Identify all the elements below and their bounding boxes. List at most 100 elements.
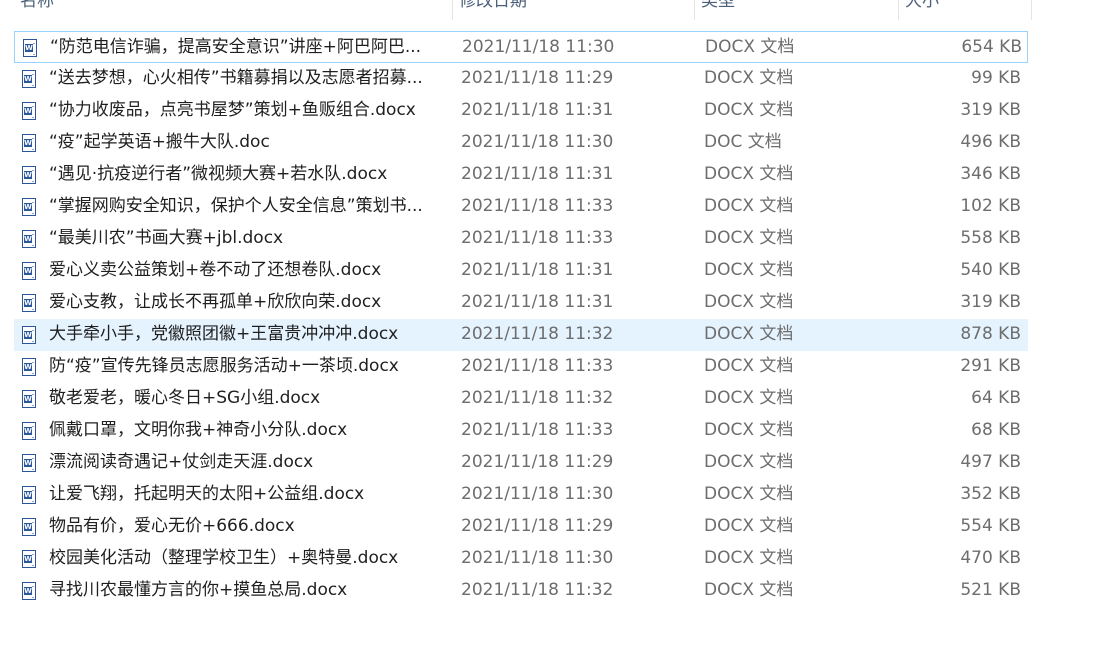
column-header-size[interactable]: 大小 bbox=[899, 0, 1032, 20]
file-size: 554 KB bbox=[960, 516, 1021, 536]
file-date-modified: 2021/11/18 11:33 bbox=[461, 196, 614, 216]
column-header-type[interactable]: 类型 bbox=[695, 0, 899, 20]
file-name: 敬老爱老，暖心冬日+SG小组.docx bbox=[49, 388, 321, 408]
file-row[interactable]: W “遇见·抗疫逆行者”微视频大赛+若水队.docx 2021/11/18 11:3… bbox=[14, 159, 1028, 191]
file-date-modified: 2021/11/18 11:31 bbox=[461, 164, 614, 184]
file-size: 319 KB bbox=[960, 100, 1021, 120]
file-row[interactable]: W 爱心支教，让成长不再孤单+欣欣向荣.docx 2021/11/18 11:31 D… bbox=[14, 287, 1028, 319]
file-date-modified: 2021/11/18 11:31 bbox=[461, 292, 614, 312]
file-date-modified: 2021/11/18 11:33 bbox=[461, 356, 614, 376]
word-document-icon: W bbox=[22, 422, 36, 440]
file-size: 346 KB bbox=[960, 164, 1021, 184]
file-date-modified: 2021/11/18 11:33 bbox=[461, 420, 614, 440]
file-row[interactable]: W 寻找川农最懂方言的你+摸鱼总局.docx 2021/11/18 11:32 DOC… bbox=[14, 575, 1028, 607]
file-name: 寻找川农最懂方言的你+摸鱼总局.docx bbox=[49, 580, 348, 600]
file-date-modified: 2021/11/18 11:29 bbox=[461, 516, 614, 536]
file-name: 爱心支教，让成长不再孤单+欣欣向荣.docx bbox=[49, 292, 382, 312]
file-type: DOCX 文档 bbox=[704, 516, 794, 536]
word-document-icon: W bbox=[22, 166, 36, 184]
file-type: DOCX 文档 bbox=[704, 292, 794, 312]
file-type: DOCX 文档 bbox=[704, 548, 794, 568]
file-row[interactable]: W 让爱飞翔，托起明天的太阳+公益组.docx 2021/11/18 11:30 DO… bbox=[14, 479, 1028, 511]
file-row[interactable]: W 佩戴口罩，文明你我+神奇小分队.docx 2021/11/18 11:33 DOC… bbox=[14, 415, 1028, 447]
file-type: DOCX 文档 bbox=[704, 260, 794, 280]
file-size: 352 KB bbox=[960, 484, 1021, 504]
file-row[interactable]: W 校园美化活动（整理学校卫生）+奥特曼.docx 2021/11/18 11:30… bbox=[14, 543, 1028, 575]
file-type: DOCX 文档 bbox=[704, 100, 794, 120]
file-size: 496 KB bbox=[960, 132, 1021, 152]
word-document-icon: W bbox=[22, 390, 36, 408]
file-name: “疫”起学英语+搬牛大队.doc bbox=[49, 132, 270, 152]
file-type: DOCX 文档 bbox=[704, 484, 794, 504]
file-date-modified: 2021/11/18 11:31 bbox=[461, 260, 614, 280]
file-name: 校园美化活动（整理学校卫生）+奥特曼.docx bbox=[49, 548, 399, 568]
word-document-icon: W bbox=[22, 326, 36, 344]
file-date-modified: 2021/11/18 11:32 bbox=[461, 324, 614, 344]
file-row[interactable]: W “协力收废品，点亮书屋梦”策划+鱼贩组合.docx 2021/11/18 11:… bbox=[14, 95, 1028, 127]
word-document-icon: W bbox=[22, 134, 36, 152]
file-name: “遇见·抗疫逆行者”微视频大赛+若水队.docx bbox=[49, 164, 388, 184]
word-document-icon: W bbox=[22, 230, 36, 248]
file-row[interactable]: W “送去梦想，心火相传”书籍募捐以及志愿者招募... 2021/11/18 11:… bbox=[14, 63, 1028, 95]
file-type: DOCX 文档 bbox=[704, 164, 794, 184]
column-header-name[interactable]: 名称 bbox=[14, 0, 453, 20]
file-date-modified: 2021/11/18 11:30 bbox=[461, 548, 614, 568]
file-explorer-details-view: 名称 修改日期 类型 大小 W “防范电信诈骗，提高安全意识”讲座+阿巴阿巴...… bbox=[0, 0, 1113, 656]
file-row[interactable]: W 敬老爱老，暖心冬日+SG小组.docx 2021/11/18 11:32 DOCX… bbox=[14, 383, 1028, 415]
file-row[interactable]: W “掌握网购安全知识，保护个人安全信息”策划书... 2021/11/18 11:… bbox=[14, 191, 1028, 223]
file-size: 291 KB bbox=[960, 356, 1021, 376]
file-size: 540 KB bbox=[960, 260, 1021, 280]
file-size: 319 KB bbox=[960, 292, 1021, 312]
file-name: “掌握网购安全知识，保护个人安全信息”策划书... bbox=[49, 196, 423, 216]
word-document-icon: W bbox=[22, 294, 36, 312]
file-name: “最美川农”书画大赛+jbl.docx bbox=[49, 228, 284, 248]
file-row[interactable]: W 大手牵小手，党徽照团徽+王富贵冲冲冲.docx 2021/11/18 11:32… bbox=[14, 319, 1028, 351]
file-date-modified: 2021/11/18 11:29 bbox=[461, 452, 614, 472]
file-row[interactable]: W “疫”起学英语+搬牛大队.doc 2021/11/18 11:30 DOC 文档 4… bbox=[14, 127, 1028, 159]
file-size: 497 KB bbox=[960, 452, 1021, 472]
file-row[interactable]: W 物品有价，爱心无价+666.docx 2021/11/18 11:29 DOCX … bbox=[14, 511, 1028, 543]
file-name: 让爱飞翔，托起明天的太阳+公益组.docx bbox=[49, 484, 365, 504]
file-date-modified: 2021/11/18 11:30 bbox=[462, 37, 615, 57]
file-size: 470 KB bbox=[960, 548, 1021, 568]
file-type: DOCX 文档 bbox=[704, 388, 794, 408]
file-date-modified: 2021/11/18 11:32 bbox=[461, 580, 614, 600]
file-row[interactable]: W “防范电信诈骗，提高安全意识”讲座+阿巴阿巴... 2021/11/18 11:… bbox=[14, 31, 1028, 63]
file-date-modified: 2021/11/18 11:33 bbox=[461, 228, 614, 248]
file-type: DOCX 文档 bbox=[704, 324, 794, 344]
file-name: 爱心义卖公益策划+卷不动了还想卷队.docx bbox=[49, 260, 382, 280]
word-document-icon: W bbox=[22, 454, 36, 472]
file-name: “送去梦想，心火相传”书籍募捐以及志愿者招募... bbox=[49, 68, 423, 88]
column-header-bar: 名称 修改日期 类型 大小 bbox=[0, 0, 1032, 20]
file-date-modified: 2021/11/18 11:32 bbox=[461, 388, 614, 408]
file-type: DOCX 文档 bbox=[704, 68, 794, 88]
word-document-icon: W bbox=[22, 198, 36, 216]
file-name: 大手牵小手，党徽照团徽+王富贵冲冲冲.docx bbox=[49, 324, 399, 344]
file-row[interactable]: W 漂流阅读奇遇记+仗剑走天涯.docx 2021/11/18 11:29 DOCX … bbox=[14, 447, 1028, 479]
word-document-icon: W bbox=[22, 70, 36, 88]
file-type: DOCX 文档 bbox=[704, 452, 794, 472]
file-size: 64 KB bbox=[971, 388, 1021, 408]
word-document-icon: W bbox=[23, 39, 37, 57]
file-size: 102 KB bbox=[960, 196, 1021, 216]
file-name: 佩戴口罩，文明你我+神奇小分队.docx bbox=[49, 420, 348, 440]
word-document-icon: W bbox=[22, 262, 36, 280]
file-type: DOCX 文档 bbox=[704, 356, 794, 376]
file-date-modified: 2021/11/18 11:30 bbox=[461, 132, 614, 152]
file-name: 漂流阅读奇遇记+仗剑走天涯.docx bbox=[49, 452, 314, 472]
file-date-modified: 2021/11/18 11:30 bbox=[461, 484, 614, 504]
file-name: “防范电信诈骗，提高安全意识”讲座+阿巴阿巴... bbox=[50, 37, 422, 57]
file-date-modified: 2021/11/18 11:29 bbox=[461, 68, 614, 88]
word-document-icon: W bbox=[22, 582, 36, 600]
file-name: 物品有价，爱心无价+666.docx bbox=[49, 516, 295, 536]
word-document-icon: W bbox=[22, 102, 36, 120]
word-document-icon: W bbox=[22, 518, 36, 536]
file-type: DOCX 文档 bbox=[704, 420, 794, 440]
file-type: DOCX 文档 bbox=[705, 37, 795, 57]
word-document-icon: W bbox=[22, 550, 36, 568]
file-row[interactable]: W 爱心义卖公益策划+卷不动了还想卷队.docx 2021/11/18 11:31 D… bbox=[14, 255, 1028, 287]
file-list: W “防范电信诈骗，提高安全意识”讲座+阿巴阿巴... 2021/11/18 11:… bbox=[14, 31, 1028, 607]
file-row[interactable]: W 防“疫”宣传先锋员志愿服务活动+一茶顷.docx 2021/11/18 11:3… bbox=[14, 351, 1028, 383]
file-row[interactable]: W “最美川农”书画大赛+jbl.docx 2021/11/18 11:33 DOCX… bbox=[14, 223, 1028, 255]
column-header-date-modified[interactable]: 修改日期 bbox=[453, 0, 695, 20]
